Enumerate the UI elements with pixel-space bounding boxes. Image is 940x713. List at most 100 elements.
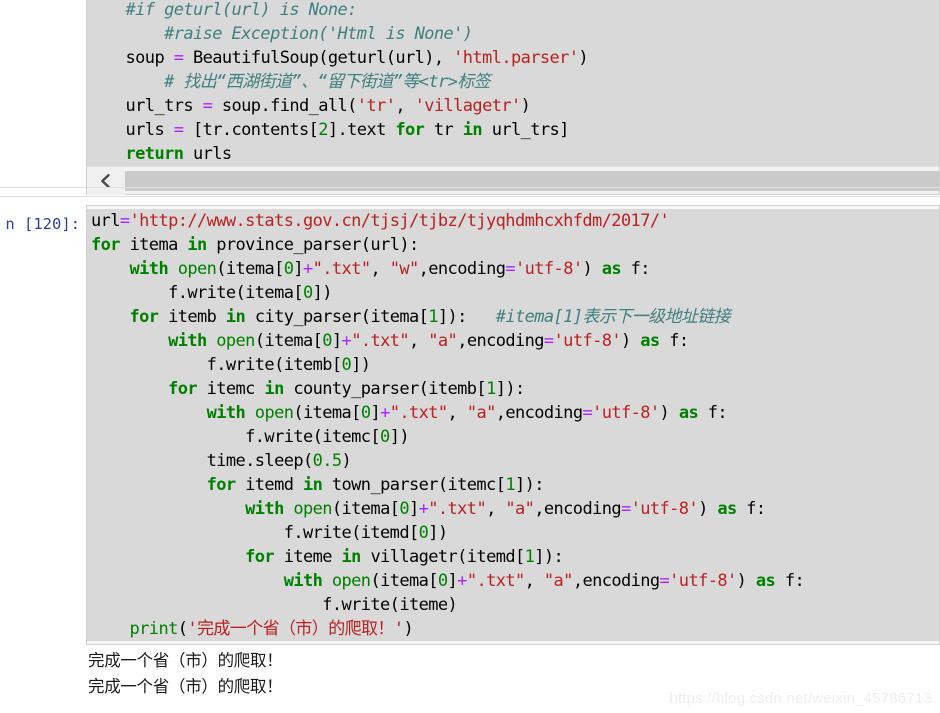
code-editor-previous[interactable]: #if geturl(url) is None: #raise Exceptio… [87, 0, 939, 166]
code-line: for itemd in town_parser(itemc[1]): [91, 473, 939, 497]
token-kw: for [395, 120, 425, 140]
token-num: 0 [437, 571, 448, 591]
token-op: + [457, 571, 467, 591]
token-name: f.write(itema[ [91, 283, 303, 303]
token-name: ]) [351, 355, 371, 375]
token-name: ) [582, 259, 602, 279]
token-str: ".txt" [351, 331, 409, 351]
watermark-text: https://blog.csdn.net/weixin_45786713 [669, 690, 932, 707]
code-line-text: with open(itema[0]+".txt", "a",encoding=… [91, 571, 805, 591]
code-line: # 找出“西湖街道”、“留下街道”等<tr>标签 [87, 70, 939, 94]
token-num: 0 [399, 499, 409, 519]
token-name: ) [621, 331, 641, 351]
token-name: ] [447, 571, 458, 591]
code-line: f.write(itemd[0]) [91, 521, 939, 545]
token-name: itemd [235, 475, 303, 495]
token-com: #if geturl(url) is None: [87, 0, 358, 20]
token-num: 0 [418, 523, 429, 543]
token-name: ,encoding [457, 331, 544, 351]
code-line: return urls [87, 142, 939, 166]
token-name: ].text [327, 120, 396, 140]
token-name: ) [520, 96, 531, 116]
token-num: 0 [283, 259, 294, 279]
token-str: 'utf-8' [553, 331, 622, 351]
cell-divider-top [0, 187, 940, 188]
token-name: , [395, 96, 415, 116]
cell-prompt-label: n [120]: [5, 215, 80, 233]
horizontal-scrollbar[interactable] [87, 166, 939, 195]
token-kw: as [755, 571, 776, 591]
token-name: ,encoding [572, 571, 660, 591]
code-cell-active-input[interactable]: url='http://www.stats.gov.cn/tjsj/tjbz/t… [86, 205, 940, 645]
code-line-text: # 找出“西湖街道”、“留下街道”等<tr>标签 [87, 72, 491, 92]
token-str: ".txt" [389, 403, 448, 423]
token-kw: return [87, 144, 184, 164]
code-line: for itemb in city_parser(itema[1]): #ite… [91, 305, 939, 329]
token-bi: open [168, 259, 217, 279]
token-op: = [505, 259, 516, 279]
token-str: ".txt" [312, 259, 371, 279]
token-num: 1 [505, 475, 515, 495]
cell-divider-bottom [0, 196, 940, 197]
token-str: ".txt" [466, 571, 525, 591]
token-str: 'utf-8' [630, 499, 699, 519]
token-kw: for [91, 547, 275, 567]
token-kw: in [462, 120, 483, 140]
token-op: + [303, 259, 313, 279]
token-kw: with [91, 259, 169, 279]
token-name: ]): [495, 379, 526, 399]
token-name: (itema[ [331, 499, 400, 519]
code-cell-previous-input[interactable]: #if geturl(url) is None: #raise Exceptio… [86, 0, 940, 195]
token-num: 2 [318, 120, 328, 140]
code-line: urls = [tr.contents[2].text for tr in ur… [87, 118, 939, 142]
token-name: ) [341, 451, 352, 471]
code-editor-active[interactable]: url='http://www.stats.gov.cn/tjsj/tjbz/t… [87, 209, 939, 641]
code-line: print('完成一个省（市）的爬取！') [91, 617, 939, 641]
token-op: + [380, 403, 390, 423]
token-op: = [582, 403, 593, 423]
token-num: 0 [302, 283, 313, 303]
code-line: for itema in province_parser(url): [91, 233, 939, 257]
token-name: villagetr(itemd[ [360, 547, 525, 567]
token-name: url [91, 211, 121, 231]
token-name: itemb [158, 307, 226, 327]
token-str: "w" [389, 259, 420, 279]
token-kw: in [341, 547, 362, 567]
token-kw: for [91, 475, 237, 495]
token-name: f.write(itemb[ [91, 355, 343, 375]
token-name: ] [331, 331, 342, 351]
code-line-text: with open(itema[0]+".txt", "w",encoding=… [91, 259, 651, 279]
token-str: 'utf-8' [515, 259, 583, 279]
token-num: 1 [428, 307, 438, 327]
token-kw: with [91, 499, 284, 519]
token-name: url_trs [87, 96, 203, 116]
token-num: 1 [524, 547, 535, 567]
code-line: f.write(itemc[0]) [91, 425, 939, 449]
token-kw: with [91, 331, 207, 351]
code-line: soup = BeautifulSoup(geturl(url), 'html.… [87, 46, 939, 70]
token-bi: open [206, 331, 255, 351]
token-kw: for [91, 379, 198, 399]
token-kw: in [187, 235, 207, 255]
token-name: f.write(itemc[ [91, 427, 381, 447]
code-line-text: soup = BeautifulSoup(geturl(url), 'html.… [87, 48, 589, 68]
code-line: f.write(iteme) [91, 593, 939, 617]
code-cell-previous[interactable]: #if geturl(url) is None: #raise Exceptio… [86, 0, 940, 195]
scroll-left-arrow-icon[interactable] [87, 166, 125, 195]
code-line: for itemc in county_parser(itemb[1]): [91, 377, 939, 401]
token-str: "a" [428, 331, 458, 351]
token-name: ] [370, 403, 381, 423]
token-name: [tr.contents[ [183, 120, 319, 140]
token-name: , [370, 259, 390, 279]
token-name: tr [424, 120, 463, 140]
token-kw: as [640, 331, 660, 351]
token-name: ]): [534, 547, 564, 567]
token-name: ) [736, 571, 756, 591]
token-name: f: [698, 403, 728, 423]
code-line: for iteme in villagetr(itemd[1]): [91, 545, 939, 569]
token-str: 'utf-8' [669, 571, 737, 591]
code-line-text: for itemd in town_parser(itemc[1]): [91, 475, 544, 495]
code-line-text: #raise Exception('Html is None') [87, 24, 473, 44]
token-com: #itema[1]表示下一级地址链接 [495, 307, 731, 327]
token-op: = [202, 96, 213, 116]
